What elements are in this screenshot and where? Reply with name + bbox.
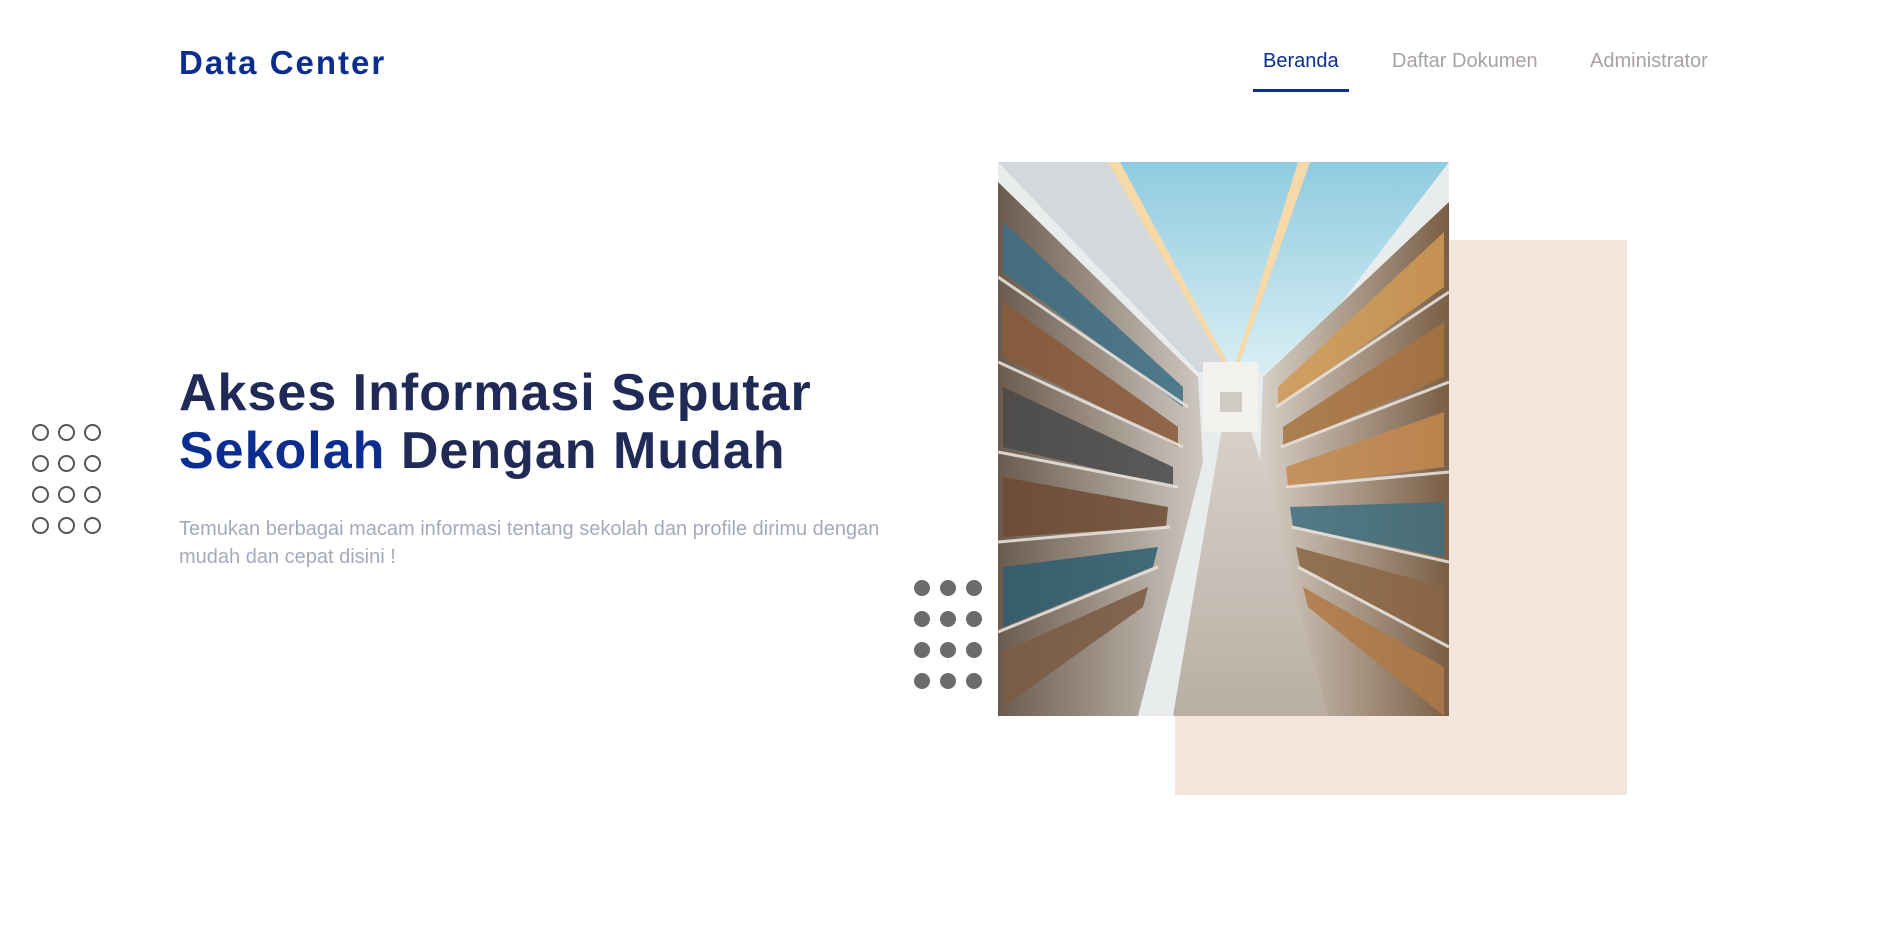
ring-dot bbox=[32, 455, 49, 472]
ring-dot bbox=[32, 424, 49, 441]
decor-dot-grid bbox=[914, 580, 986, 692]
hero-title-line2: Dengan Mudah bbox=[400, 422, 786, 480]
solid-dot bbox=[940, 642, 956, 658]
ring-dot bbox=[58, 517, 75, 534]
nav-item-daftar-dokumen[interactable]: Daftar Dokumen bbox=[1382, 50, 1548, 92]
hero-title: Akses Informasi Seputar Sekolah Dengan M… bbox=[179, 364, 812, 480]
hero-title-accent: Sekolah bbox=[179, 422, 386, 480]
ring-dot bbox=[58, 486, 75, 503]
solid-dot bbox=[966, 642, 982, 658]
ring-dot bbox=[84, 517, 101, 534]
ring-dot bbox=[32, 517, 49, 534]
nav-item-administrator[interactable]: Administrator bbox=[1580, 50, 1718, 92]
solid-dot bbox=[940, 673, 956, 689]
ring-dot bbox=[84, 486, 101, 503]
brand-logo[interactable]: Data Center bbox=[179, 44, 386, 82]
solid-dot bbox=[966, 673, 982, 689]
ring-dot bbox=[32, 486, 49, 503]
ring-dot bbox=[84, 424, 101, 441]
solid-dot bbox=[914, 580, 930, 596]
hero-title-line1: Akses Informasi Seputar bbox=[179, 364, 812, 422]
nav-item-beranda[interactable]: Beranda bbox=[1253, 50, 1349, 92]
solid-dot bbox=[914, 611, 930, 627]
solid-dot bbox=[966, 611, 982, 627]
solid-dot bbox=[914, 673, 930, 689]
hero-subtitle: Temukan berbagai macam informasi tentang… bbox=[179, 518, 880, 568]
solid-dot bbox=[940, 580, 956, 596]
solid-dot bbox=[914, 642, 930, 658]
solid-dot bbox=[940, 611, 956, 627]
ring-dot bbox=[84, 455, 101, 472]
ring-dot bbox=[58, 455, 75, 472]
solid-dot bbox=[966, 580, 982, 596]
library-bookshelves-image bbox=[998, 162, 1449, 716]
ring-dot bbox=[58, 424, 75, 441]
decor-ring-grid bbox=[30, 422, 102, 534]
